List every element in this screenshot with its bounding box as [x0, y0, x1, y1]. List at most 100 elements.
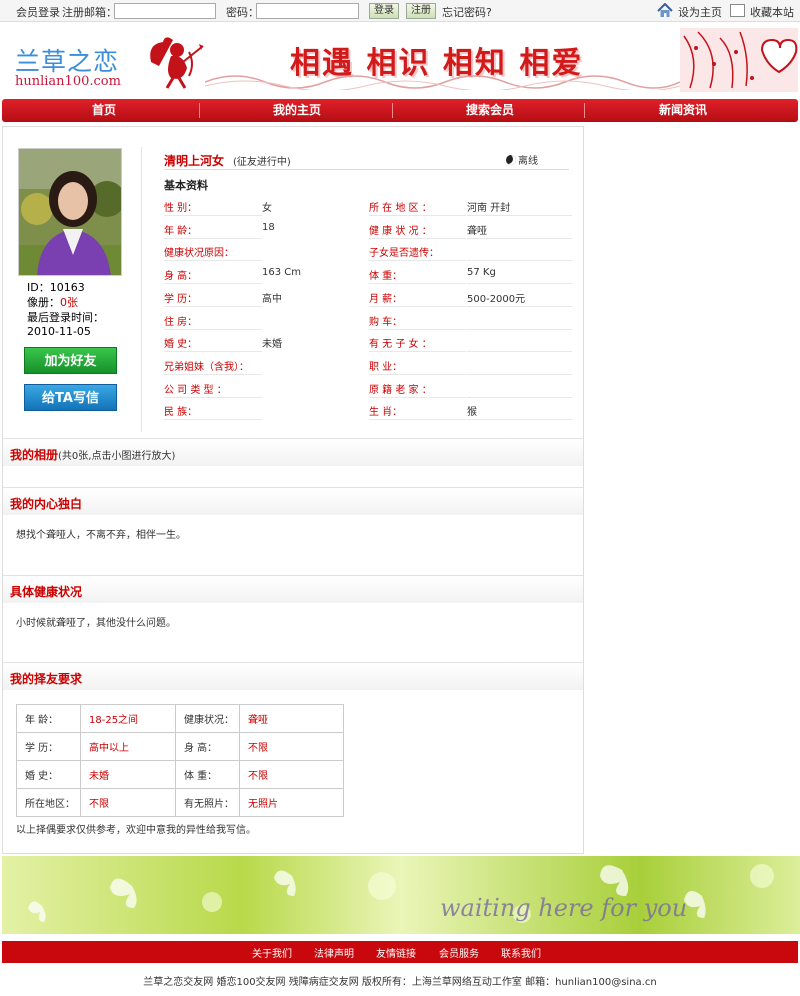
dating-status: (征友进行中) [233, 157, 291, 168]
monologue-section-header: 我的内心独白 [3, 487, 583, 515]
info-field-label: 职 业： [369, 361, 403, 373]
profile-panel: ID：10163 像册：0张 最后登录时间： 2010-11-05 加为好友 给… [2, 126, 584, 854]
info-field-label: 健 康 状 况 ： [369, 225, 432, 237]
nav-my-homepage[interactable]: 我的主页 [200, 99, 394, 122]
info-field-row: 原 籍 老 家 ： [369, 376, 572, 398]
nav-home[interactable]: 首页 [7, 99, 201, 122]
info-field-row: 购 车： [369, 308, 572, 330]
info-field-underline [467, 419, 572, 421]
member-photo[interactable] [18, 148, 122, 276]
requirement-value: 不限 [239, 760, 344, 789]
nav-news[interactable]: 新闻资讯 [586, 99, 780, 122]
bookmark-site-link[interactable]: 收藏本站 [750, 4, 794, 20]
copyright: 兰草之恋交友网 婚恋100交友网 残障病症交友网 版权所有：上海兰草网络互动工作… [143, 977, 657, 988]
requirement-value: 不限 [80, 788, 176, 817]
footer-link-legal[interactable]: 法律声明 [314, 945, 354, 960]
cupid-icon [150, 37, 204, 89]
divider [141, 147, 142, 432]
info-field-label: 所 在 地 区 ： [369, 203, 432, 214]
health-section-title: 具体健康状况 [10, 585, 83, 599]
email-label: 注册邮箱： [62, 6, 117, 19]
album-count: 像册：0张 [27, 294, 78, 310]
footer-link-friend-links[interactable]: 友情链接 [376, 945, 416, 960]
info-field-label: 子女是否遗传： [369, 248, 439, 260]
offline-moon-icon [506, 155, 516, 165]
register-button[interactable]: 注册 [406, 3, 436, 19]
home-icon [657, 3, 673, 17]
info-field-label: 原 籍 老 家 ： [369, 384, 432, 396]
requirements-row: 年 龄： 18-25之间 健康状况： 聋哑 [16, 704, 344, 733]
requirement-label: 有无照片： [175, 788, 240, 817]
info-field-row: 性 别： 女 [164, 194, 364, 216]
bookmark-icon [730, 4, 745, 17]
album-count-value: 0张 [60, 296, 78, 309]
info-field-value: 500-2000元 [467, 293, 526, 305]
site-logo-url: hunlian100.com [15, 74, 121, 89]
main-nav: 首页 我的主页 搜索会员 新闻资讯 [2, 99, 798, 122]
member-login-label: 会员登录 [16, 6, 60, 19]
monologue-text: 想找个聋哑人，不离不弃，相伴一生。 [16, 530, 186, 541]
password-label: 密码： [226, 6, 259, 19]
login-button[interactable]: 登录 [369, 3, 399, 19]
nav-search-members[interactable]: 搜索会员 [393, 99, 587, 122]
member-id: ID：10163 [27, 281, 85, 294]
requirements-row: 婚 史： 未婚体 重： 不限 [16, 760, 344, 789]
requirement-value: 聋哑 [239, 704, 344, 733]
info-field-row: 健康状况原因： [164, 239, 364, 262]
footer-nav: 关于我们 法律声明 友情链接 会员服务 联系我们 [2, 941, 798, 963]
set-homepage-link[interactable]: 设为主页 [678, 4, 722, 20]
hearts-decoration [680, 28, 798, 92]
requirements-section-header: 我的择友要求 [3, 662, 583, 690]
health-text: 小时候就聋哑了，其他没什么问题。 [16, 618, 176, 629]
info-field-value: 河南 开封 [467, 203, 511, 214]
info-field-label: 住 房： [164, 316, 198, 328]
info-field-label: 兄弟姐妹（含我）： [164, 361, 249, 373]
info-field-label: 民 族： [164, 407, 198, 419]
nav-separator [584, 103, 585, 118]
info-field-label: 公 司 类 型 ： [164, 384, 227, 396]
info-field-row: 兄弟姐妹（含我）： [164, 353, 364, 375]
info-field-row: 年 龄： 18 [164, 217, 364, 239]
site-logo[interactable]: 兰草之恋 [15, 42, 119, 78]
add-friend-button[interactable]: 加为好友 [24, 347, 117, 374]
info-field-row: 月 薪： 500-2000元 [369, 285, 572, 307]
info-field-underline [369, 419, 466, 421]
album-section-hint: (共0张,点击小图进行放大) [58, 451, 176, 462]
basic-info-title: 基本资料 [164, 179, 208, 192]
info-field-row: 有 无 子 女 ： [369, 330, 572, 353]
info-field-underline [164, 419, 262, 421]
requirement-label: 健康状况： [175, 704, 240, 733]
requirement-value: 无照片 [239, 788, 344, 817]
last-login-date: 2010-11-05 [27, 325, 91, 338]
health-section-header: 具体健康状况 [3, 575, 583, 603]
forgot-password-link[interactable]: 忘记密码? [442, 4, 492, 20]
info-field-value: 高中 [262, 293, 282, 305]
requirement-value: 未婚 [80, 760, 176, 789]
info-field-label: 年 龄： [164, 225, 198, 237]
footer-banner: waiting here for you [2, 856, 800, 934]
footer-link-member-service[interactable]: 会员服务 [439, 945, 479, 960]
login-bar: 会员登录 注册邮箱： 密码： 登录 注册 忘记密码? 设为主页 收藏本站 [0, 0, 800, 22]
write-letter-button[interactable]: 给TA写信 [24, 384, 117, 411]
online-status-text: 离线 [518, 156, 538, 167]
info-field-value: 未婚 [262, 339, 282, 351]
password-input[interactable] [256, 3, 359, 19]
info-field-row: 生 肖： 猴 [369, 398, 572, 421]
footer-banner-text: waiting here for you [440, 894, 688, 922]
footer-link-contact[interactable]: 联系我们 [501, 945, 541, 960]
requirement-label: 学 历： [16, 732, 81, 761]
info-field-row: 所 在 地 区 ： 河南 开封 [369, 194, 572, 216]
requirement-label: 所在地区： [16, 788, 81, 817]
header-banner: 兰草之恋 hunlian100.com 相遇 相识 相知 相爱 [0, 24, 800, 96]
footer-link-about[interactable]: 关于我们 [252, 945, 292, 960]
requirements-row: 所在地区： 不限 有无照片： 无照片 [16, 788, 344, 817]
info-field-row: 职 业： [369, 353, 572, 375]
requirement-value: 高中以上 [80, 732, 176, 761]
email-input[interactable] [114, 3, 216, 19]
info-field-value: 163 Cm [262, 267, 301, 279]
requirements-note: 以上择偶要求仅供参考，欢迎中意我的异性给我写信。 [16, 825, 256, 836]
info-field-value: 猴 [467, 407, 477, 419]
info-field-label: 生 肖： [369, 407, 403, 419]
info-field-row: 身 高： 163 Cm [164, 262, 364, 285]
info-field-value: 18 [262, 221, 275, 233]
